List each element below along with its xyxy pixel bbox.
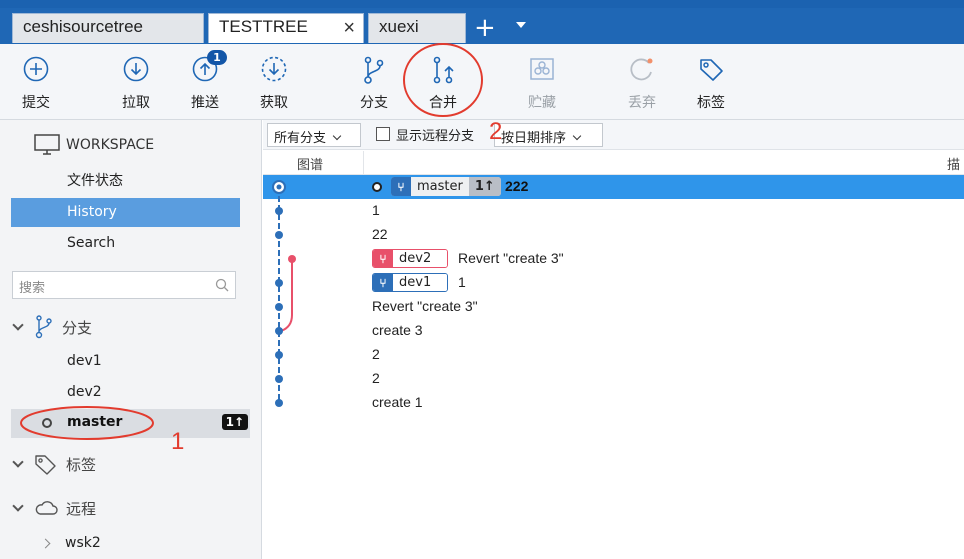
annotation-overlay: [20, 43, 483, 440]
annotation-circle-merge: [403, 43, 483, 117]
annotation-number-2: 2: [489, 118, 503, 145]
annotation-circle-master: [20, 406, 154, 440]
annotation-number-1: 1: [171, 428, 185, 455]
